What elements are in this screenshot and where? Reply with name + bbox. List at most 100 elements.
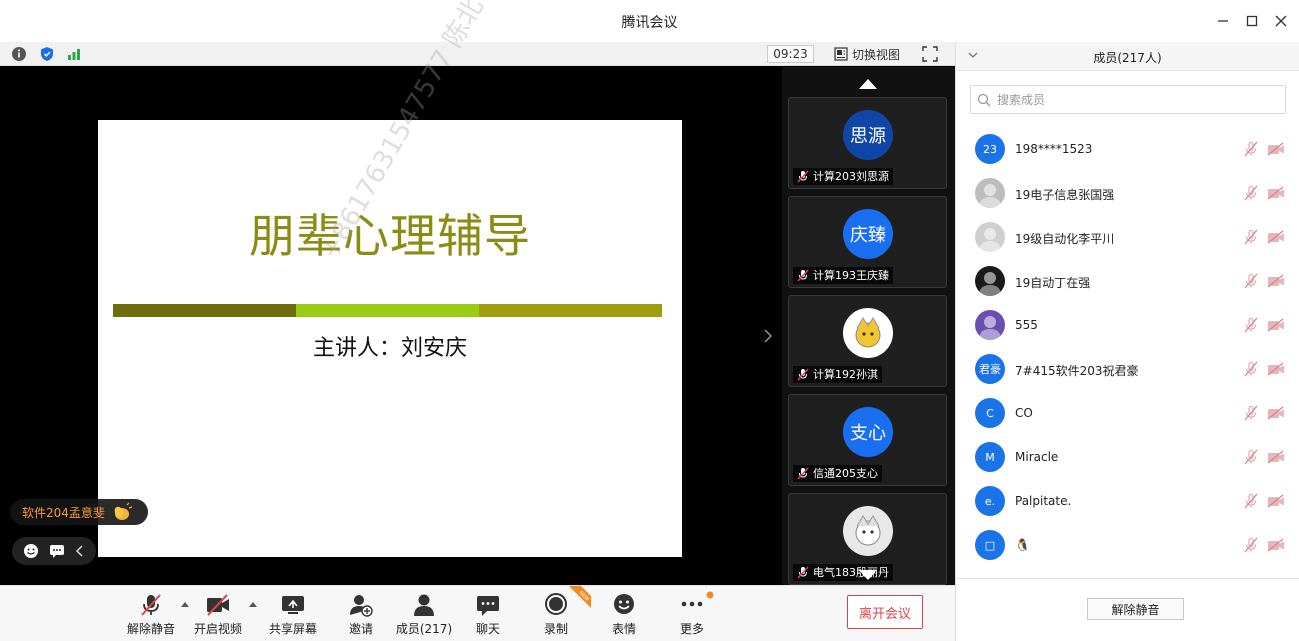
avatar-image-icon — [979, 316, 1001, 340]
muted-mic-icon[interactable] — [1243, 405, 1259, 421]
switch-view-icon — [834, 47, 848, 61]
member-avatar — [975, 266, 1005, 296]
more-button[interactable]: 更多 — [680, 592, 704, 638]
participant-thumbnail[interactable]: 支心 信通205支心 — [788, 394, 947, 486]
participant-avatar — [843, 506, 893, 556]
members-panel-title: 成员(217人) — [1093, 51, 1162, 65]
chat-button[interactable]: 聊天 — [476, 592, 500, 638]
member-row[interactable]: 23 198****1523 — [956, 130, 1299, 174]
members-panel: 成员(217人) 23 198****1523 19电子信息张国强 19级自动化李平川… — [955, 42, 1299, 641]
mic-options-chevron-icon[interactable] — [180, 600, 190, 608]
participant-thumbnail[interactable]: 计算192孙淇 — [788, 295, 947, 387]
search-icon — [977, 93, 991, 106]
record-button[interactable]: 录制 — [543, 592, 569, 638]
participant-name-tag: 计算193王庆臻 — [793, 267, 893, 284]
video-off-icon[interactable] — [1267, 538, 1285, 552]
member-row[interactable]: 君豪 7#415软件203祝君豪 — [956, 350, 1299, 394]
member-name: 🐧 — [1015, 538, 1030, 552]
member-row[interactable]: C CO — [956, 394, 1299, 438]
unmute-button[interactable]: 解除静音 — [127, 592, 175, 638]
muted-mic-icon[interactable] — [1243, 141, 1259, 157]
member-row[interactable]: M Miracle — [956, 438, 1299, 482]
muted-mic-icon[interactable] — [1243, 537, 1259, 553]
video-off-icon[interactable] — [1267, 186, 1285, 200]
video-off-icon[interactable] — [1267, 450, 1285, 464]
video-off-icon[interactable] — [1267, 362, 1285, 376]
fullscreen-icon[interactable] — [922, 46, 938, 62]
members-panel-header: 成员(217人) — [956, 42, 1299, 71]
member-row[interactable]: 19自动丁在强 — [956, 262, 1299, 306]
member-name: 19自动丁在强 — [1015, 276, 1091, 290]
member-avatar — [975, 310, 1005, 340]
clapping-hands-icon — [114, 502, 133, 520]
close-icon[interactable] — [1270, 10, 1292, 32]
scroll-down-icon[interactable] — [858, 569, 878, 581]
unmute-all-button[interactable]: 解除静音 — [1087, 598, 1184, 620]
muted-mic-icon[interactable] — [1243, 449, 1259, 465]
member-search-input[interactable] — [997, 92, 1267, 107]
participant-thumbnails: 思源 计算203刘思源 庆臻 计算193王庆臻 计算192孙淇 支心 信通205支心 电气18… — [782, 67, 955, 585]
leave-meeting-button[interactable]: 离开会议 — [847, 595, 923, 629]
member-avatar: e. — [975, 486, 1005, 516]
video-off-icon[interactable] — [1267, 494, 1285, 508]
video-off-icon[interactable] — [1267, 406, 1285, 420]
invite-user-icon — [350, 595, 373, 617]
scroll-up-icon[interactable] — [858, 78, 878, 90]
muted-mic-icon[interactable] — [1243, 317, 1259, 333]
video-off-icon[interactable] — [1267, 230, 1285, 244]
security-shield-icon[interactable] — [39, 46, 55, 62]
member-row[interactable]: e. Palpitate. — [956, 482, 1299, 526]
switch-view-button[interactable]: 切换视图 — [834, 45, 900, 63]
shared-screen-stage: 朋辈心理辅导 主讲人：刘安庆 +8617631547577 陈北 软件204孟意… — [0, 0, 780, 585]
member-row[interactable]: 19电子信息张国强 — [956, 174, 1299, 218]
participant-thumbnail[interactable]: 思源 计算203刘思源 — [788, 97, 947, 189]
muted-mic-icon[interactable] — [1243, 229, 1259, 245]
maximize-icon[interactable] — [1241, 10, 1263, 32]
member-search-box — [970, 85, 1286, 114]
members-button[interactable]: 成员(217) — [396, 592, 452, 638]
muted-mic-icon[interactable] — [1243, 273, 1259, 289]
participant-thumbnail[interactable]: 庆臻 计算193王庆臻 — [788, 196, 947, 288]
invite-button[interactable]: 邀请 — [348, 592, 374, 638]
window-title: 腾讯会议 — [621, 15, 678, 31]
chevron-right-icon[interactable] — [764, 329, 772, 347]
video-off-icon[interactable] — [1267, 318, 1285, 332]
video-off-icon[interactable] — [1267, 274, 1285, 288]
info-icon[interactable] — [11, 46, 27, 62]
emoji-icon[interactable] — [23, 543, 39, 559]
member-avatar — [975, 178, 1005, 208]
member-name: 7#415软件203祝君豪 — [1015, 364, 1139, 378]
muted-mic-icon — [797, 467, 809, 480]
meeting-toolbar: 解除静音 开启视频 共享屏幕 邀请 成员(217) 聊天 录制 NEW 表情 更… — [0, 585, 955, 641]
new-badge-icon: NEW — [569, 586, 591, 608]
member-name: CO — [1015, 406, 1033, 420]
member-row[interactable]: 19级自动化李平川 — [956, 218, 1299, 262]
muted-mic-icon — [797, 170, 809, 183]
avatar-image-icon — [979, 184, 1001, 208]
start-video-button[interactable]: 开启视频 — [194, 592, 242, 638]
member-name: 198****1523 — [1015, 142, 1093, 156]
participant-avatar: 思源 — [843, 110, 893, 160]
muted-mic-icon[interactable] — [1243, 185, 1259, 201]
meeting-timer: 09:23 — [767, 45, 814, 63]
member-list: 23 198****1523 19电子信息张国强 19级自动化李平川 19自动丁在强 55… — [956, 130, 1299, 578]
video-off-icon[interactable] — [1267, 142, 1285, 156]
network-signal-icon[interactable] — [66, 46, 82, 62]
minimize-icon[interactable] — [1212, 10, 1234, 32]
chevron-left-icon[interactable] — [75, 544, 85, 558]
emoji-reaction-button[interactable]: 表情 — [612, 592, 636, 638]
avatar-image-icon — [844, 309, 892, 357]
chat-bubble-icon[interactable] — [49, 543, 65, 559]
member-name: Miracle — [1015, 450, 1059, 464]
member-row[interactable]: 555 — [956, 306, 1299, 350]
member-avatar: 君豪 — [975, 354, 1005, 384]
muted-mic-icon[interactable] — [1243, 493, 1259, 509]
muted-mic-icon[interactable] — [1243, 361, 1259, 377]
member-row[interactable]: □ 🐧 — [956, 526, 1299, 570]
speaking-indicator: 软件204孟意斐 — [10, 499, 148, 525]
quick-reaction-bar — [12, 537, 96, 565]
member-name: Palpitate. — [1015, 494, 1072, 508]
slide-subtitle: 主讲人：刘安庆 — [312, 336, 467, 361]
share-screen-button[interactable]: 共享屏幕 — [269, 592, 317, 638]
video-options-chevron-icon[interactable] — [248, 600, 258, 608]
